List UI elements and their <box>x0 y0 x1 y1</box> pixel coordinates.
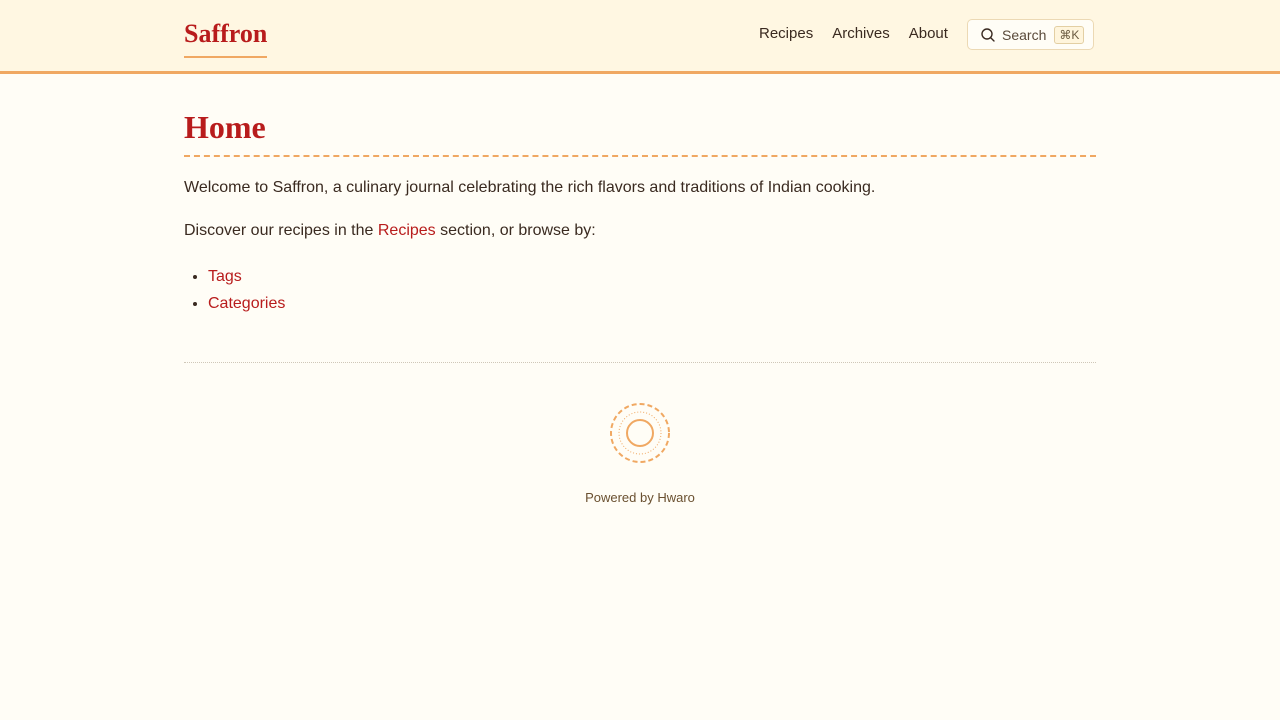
discover-text: Discover our recipes in the Recipes sect… <box>184 220 1096 242</box>
discover-suffix: section, or browse by: <box>435 222 596 239</box>
saffron-circle-icon <box>609 402 671 464</box>
recipes-link[interactable]: Recipes <box>378 222 436 239</box>
footer-divider <box>184 362 1096 363</box>
powered-by-text: Powered by Hwaro <box>585 490 695 505</box>
discover-prefix: Discover our recipes in the <box>184 222 378 239</box>
nav-archives[interactable]: Archives <box>832 24 890 44</box>
intro-text: Welcome to Saffron, a culinary journal c… <box>184 179 876 196</box>
search-label: Search <box>1002 26 1047 43</box>
browse-list: Tags Categories <box>184 263 1096 317</box>
nav-about[interactable]: About <box>909 24 948 44</box>
site-header: Saffron Recipes Archives About Search ⌘K <box>0 0 1280 74</box>
categories-link[interactable]: Categories <box>208 295 285 312</box>
search-button[interactable]: Search ⌘K <box>967 19 1094 50</box>
tags-link[interactable]: Tags <box>208 268 242 285</box>
list-item: Categories <box>208 290 1096 317</box>
search-shortcut-badge: ⌘K <box>1054 25 1085 44</box>
main-content: Home Welcome to Saffron, a culinary jour… <box>184 105 1096 317</box>
site-logo[interactable]: Saffron <box>184 18 268 58</box>
list-item: Tags <box>208 263 1096 290</box>
nav-recipes[interactable]: Recipes <box>759 24 813 44</box>
search-icon <box>980 27 996 43</box>
main-nav: Recipes Archives About <box>759 24 948 44</box>
page-title: Home <box>184 105 1096 157</box>
